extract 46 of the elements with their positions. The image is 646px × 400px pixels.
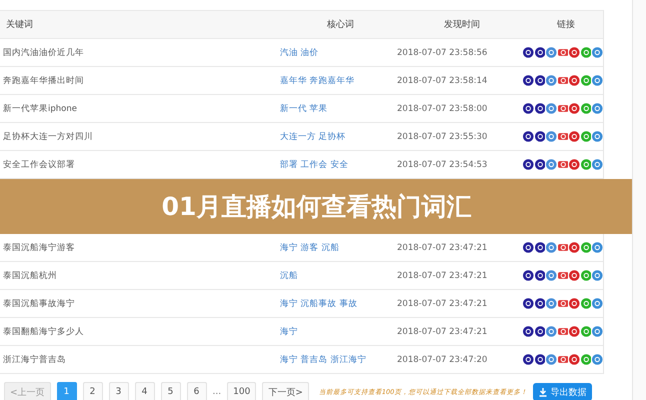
keyword-cell-text: 足协杯大连一方对四川	[2, 130, 94, 142]
page-button[interactable]: 2	[82, 382, 103, 400]
page-button[interactable]: 4	[134, 382, 155, 400]
keyword-cell-text: 安全工作会议部署	[2, 158, 76, 170]
keyword-cell-text: 浙江海宁普吉岛	[2, 354, 67, 366]
time-cell-text: 2018-07-07 23:58:14	[396, 76, 488, 86]
core-word-link[interactable]: 海宁	[280, 326, 298, 338]
core-word-link[interactable]: 海宁 普吉岛 浙江海宁	[280, 354, 366, 366]
keyword-cell-text: 国内汽油油价近几年	[2, 46, 85, 58]
keyword-cell-text: 泰国沉船杭州	[2, 270, 58, 282]
core-word-link[interactable]: 嘉年华 奔跑嘉年华	[280, 74, 355, 86]
time-cell-text: 2018-07-07 23:47:21	[396, 270, 488, 280]
time-cell-text: 2018-07-07 23:55:30	[396, 132, 488, 142]
keyword-cell-text: 泰国沉船海宁游客	[2, 242, 76, 254]
keyword-cell-text: 奔跑嘉年华播出时间	[2, 74, 85, 86]
time-cell-text: 2018-07-07 23:47:20	[396, 354, 488, 364]
core-word-link[interactable]: 海宁 沉船事故 事故	[280, 298, 358, 310]
core-word-link[interactable]: 部署 工作会 安全	[280, 158, 348, 170]
time-cell-text: 2018-07-07 23:47:21	[396, 242, 488, 252]
ellipsis: ...	[212, 387, 222, 397]
core-word-link[interactable]: 大连一方 足协杯	[280, 130, 346, 142]
page-button[interactable]: 100	[227, 382, 256, 400]
time-cell-text: 2018-07-07 23:58:56	[396, 48, 488, 58]
core-word-link[interactable]: 新一代 苹果	[280, 102, 328, 114]
export-button[interactable]: 导出数据	[533, 383, 592, 400]
keyword-cell-text: 泰国沉船事故海宁	[2, 298, 76, 310]
time-cell-text: 2018-07-07 23:47:21	[396, 326, 488, 336]
column-header: 链接	[556, 18, 575, 31]
page-button[interactable]: 5	[160, 382, 181, 400]
column-header: 发现时间	[443, 18, 480, 31]
page-button[interactable]: 6	[186, 382, 207, 400]
page-button[interactable]: 3	[108, 382, 129, 400]
page-button[interactable]: 1	[56, 382, 77, 400]
download-icon	[539, 388, 548, 396]
keyword-cell-text: 泰国翻船海宁多少人	[2, 326, 85, 338]
banner-title: 01月直播如何查看热门词汇	[162, 191, 472, 223]
time-cell-text: 2018-07-07 23:47:21	[396, 298, 488, 308]
core-word-link[interactable]: 沉船	[280, 270, 298, 282]
column-header: 关键词	[5, 18, 33, 31]
column-header: 核心词	[326, 18, 354, 31]
time-cell-text: 2018-07-07 23:58:00	[396, 104, 488, 114]
core-word-link[interactable]: 汽油 油价	[280, 46, 319, 58]
core-word-link[interactable]: 海宁 游客 沉船	[280, 242, 340, 254]
keyword-cell-text: 新一代苹果iphone	[2, 102, 78, 114]
time-cell-text: 2018-07-07 23:54:53	[396, 160, 488, 170]
page-button[interactable]: 下一页>	[262, 382, 309, 400]
